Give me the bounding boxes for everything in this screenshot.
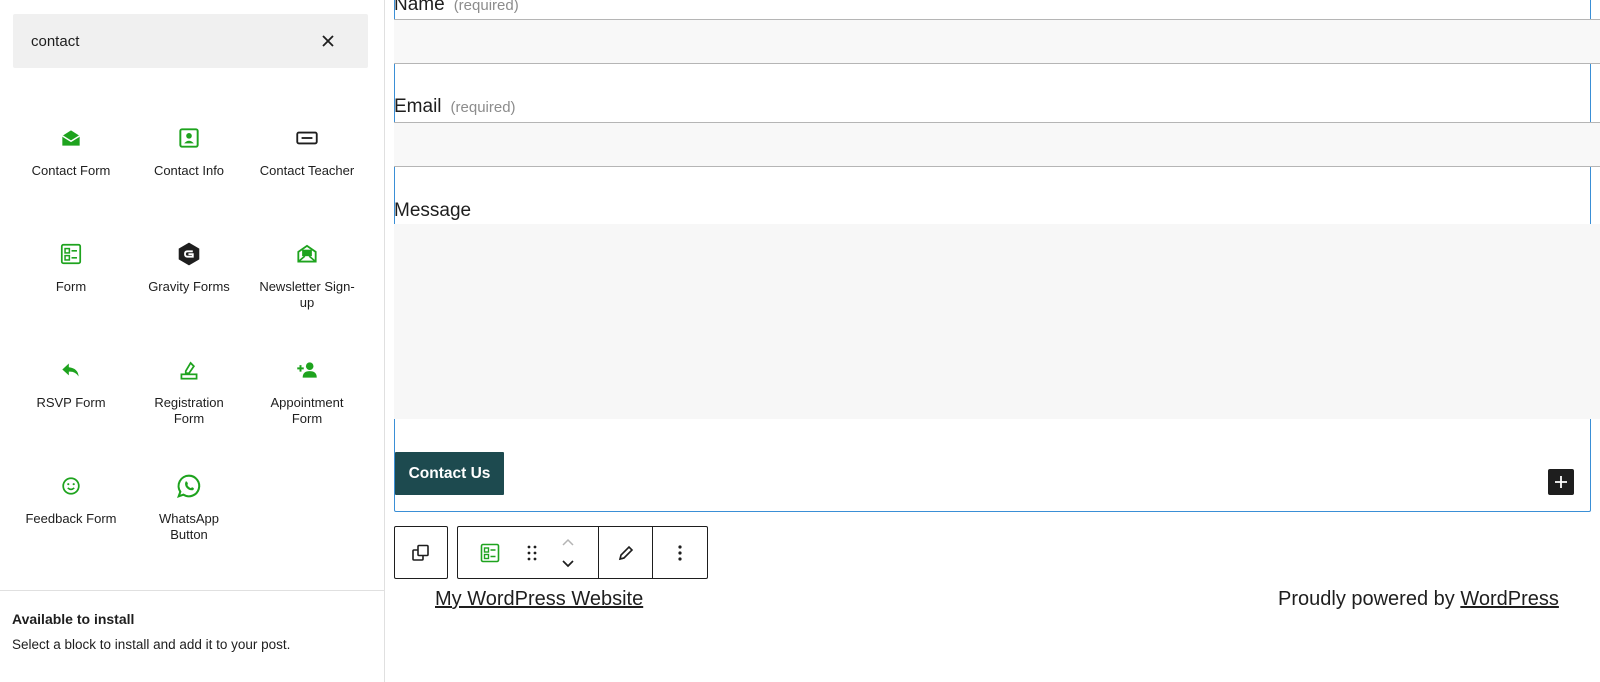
message-field-label: Message [394,200,472,221]
toolbar-parent-group [394,526,448,579]
drag-handle[interactable] [516,527,548,578]
contact-card-icon [175,124,203,152]
footer-site-title-link[interactable]: My WordPress Website [435,588,643,611]
block-appointment-form[interactable]: Appointment Form [248,350,366,466]
add-block-button[interactable] [1548,469,1574,495]
chevron-down-icon [562,560,574,568]
required-indicator: (required) [450,99,516,116]
wordpress-link[interactable]: WordPress [1460,588,1559,610]
more-vertical-icon [678,544,682,561]
email-input[interactable] [394,122,1600,167]
move-up-button[interactable] [550,531,586,553]
block-inserter-panel: Contact Form Contact Info Contact Teache… [0,0,385,682]
block-search [13,14,368,68]
message-box-icon [293,124,321,152]
plus-icon [1555,476,1567,488]
block-label: Gravity Forms [148,279,230,294]
block-label: Contact Info [153,163,225,178]
install-section-title: Available to install [12,611,135,627]
block-gravity-forms[interactable]: Gravity Forms [130,234,248,350]
install-section-description: Select a block to install and add it to … [12,637,291,652]
edit-button[interactable] [599,527,652,578]
select-parent-button[interactable] [395,527,447,578]
move-down-button[interactable] [550,553,586,575]
label-text: Email [394,96,442,117]
search-input[interactable] [31,14,311,68]
block-results: Contact Form Contact Info Contact Teache… [12,118,367,582]
block-label: Newsletter Sign-up [259,279,355,310]
block-feedback-form[interactable]: Feedback Form [12,466,130,582]
form-icon [480,543,500,562]
registration-icon [175,356,203,384]
block-whatsapp-button[interactable]: WhatsApp Button [130,466,248,582]
email-field-label: Email (required) [394,96,516,118]
footer-credit: Proudly powered by WordPress [1278,588,1559,611]
chevron-up-icon [562,538,574,546]
newsletter-icon [293,240,321,268]
person-add-icon [293,356,321,384]
more-options-button[interactable] [653,527,707,578]
pencil-icon [618,545,633,560]
block-label: RSVP Form [36,395,106,410]
block-label: Registration Form [154,395,224,426]
envelope-open-icon [57,124,85,152]
divider [0,590,385,591]
name-input[interactable] [394,19,1600,64]
required-indicator: (required) [453,0,519,14]
block-type-button[interactable] [466,527,514,578]
block-toolbar [457,526,708,579]
block-form[interactable]: Form [12,234,130,350]
block-contact-teacher[interactable]: Contact Teacher [248,118,366,234]
block-contact-info[interactable]: Contact Info [130,118,248,234]
credit-text: Proudly powered by [1278,588,1455,610]
block-label: Feedback Form [25,511,117,526]
block-label: Contact Form [31,163,111,178]
smiley-icon [57,472,85,500]
block-label: Contact Teacher [259,163,355,178]
block-registration-form[interactable]: Registration Form [130,350,248,466]
form-icon [57,240,85,268]
block-label: WhatsApp Button [159,511,219,542]
block-contact-form[interactable]: Contact Form [12,118,130,234]
block-label: Appointment Form [270,395,344,426]
gravity-forms-icon [175,240,203,268]
reply-arrow-icon [57,356,85,384]
drag-handle-icon [527,545,537,560]
block-rsvp-form[interactable]: RSVP Form [12,350,130,466]
whatsapp-icon [175,472,203,500]
label-text: Name [394,0,445,15]
block-newsletter-sign-up[interactable]: Newsletter Sign-up [248,234,366,350]
close-icon[interactable] [318,31,338,51]
block-label: Form [55,279,87,294]
name-field-label: Name (required) [394,0,519,16]
message-textarea[interactable] [394,224,1600,419]
copy-blocks-icon [412,544,429,561]
contact-us-button[interactable]: Contact Us [395,452,504,495]
